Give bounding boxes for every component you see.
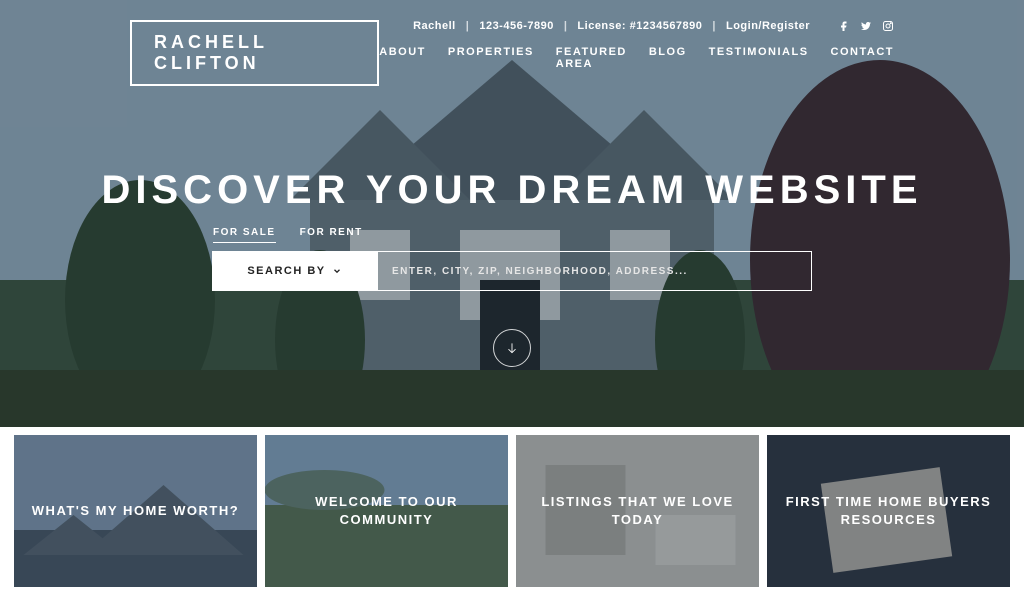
search-by-label: SEARCH BY xyxy=(247,265,325,277)
license-number: License: #1234567890 xyxy=(577,20,702,32)
agent-name: Rachell xyxy=(413,20,456,32)
card-community[interactable]: WELCOME TO OUR COMMUNITY xyxy=(265,435,508,587)
chevron-down-icon xyxy=(332,266,342,276)
card-title: LISTINGS THAT WE LOVE TODAY xyxy=(516,493,759,529)
card-resources[interactable]: FIRST TIME HOME BUYERS RESOURCES xyxy=(767,435,1010,587)
card-title: WELCOME TO OUR COMMUNITY xyxy=(265,493,508,529)
nav-properties[interactable]: PROPERTIES xyxy=(448,46,534,70)
scroll-down-button[interactable] xyxy=(493,329,531,367)
main-nav: ABOUT PROPERTIES FEATURED AREA BLOG TEST… xyxy=(379,46,894,70)
nav-testimonials[interactable]: TESTIMONIALS xyxy=(709,46,809,70)
nav-about[interactable]: ABOUT xyxy=(379,46,426,70)
card-listings[interactable]: LISTINGS THAT WE LOVE TODAY xyxy=(516,435,759,587)
login-link[interactable]: Login/Register xyxy=(726,20,810,32)
feature-cards: WHAT'S MY HOME WORTH? WELCOME TO OUR COM… xyxy=(0,427,1024,595)
card-title: FIRST TIME HOME BUYERS RESOURCES xyxy=(767,493,1010,529)
card-home-worth[interactable]: WHAT'S MY HOME WORTH? xyxy=(14,435,257,587)
tab-for-rent[interactable]: FOR RENT xyxy=(300,227,363,243)
search-bar: SEARCH BY xyxy=(212,251,812,291)
search-tabs: FOR SALE FOR RENT xyxy=(0,227,1024,243)
search-input[interactable] xyxy=(377,251,812,291)
card-title: WHAT'S MY HOME WORTH? xyxy=(14,502,257,520)
arrow-down-icon xyxy=(505,341,519,355)
search-by-dropdown[interactable]: SEARCH BY xyxy=(212,251,377,291)
nav-blog[interactable]: BLOG xyxy=(649,46,687,70)
logo[interactable]: RACHELL CLIFTON xyxy=(130,20,379,86)
phone-number[interactable]: 123-456-7890 xyxy=(479,20,554,32)
instagram-icon[interactable] xyxy=(882,20,894,32)
hero-title: DISCOVER YOUR DREAM WEBSITE xyxy=(0,168,1024,213)
nav-featured[interactable]: FEATURED AREA xyxy=(556,46,627,70)
twitter-icon[interactable] xyxy=(860,20,872,32)
header-meta: Rachell | 123-456-7890 | License: #12345… xyxy=(413,20,894,32)
nav-contact[interactable]: CONTACT xyxy=(831,46,894,70)
tab-for-sale[interactable]: FOR SALE xyxy=(213,227,276,243)
facebook-icon[interactable] xyxy=(838,20,850,32)
